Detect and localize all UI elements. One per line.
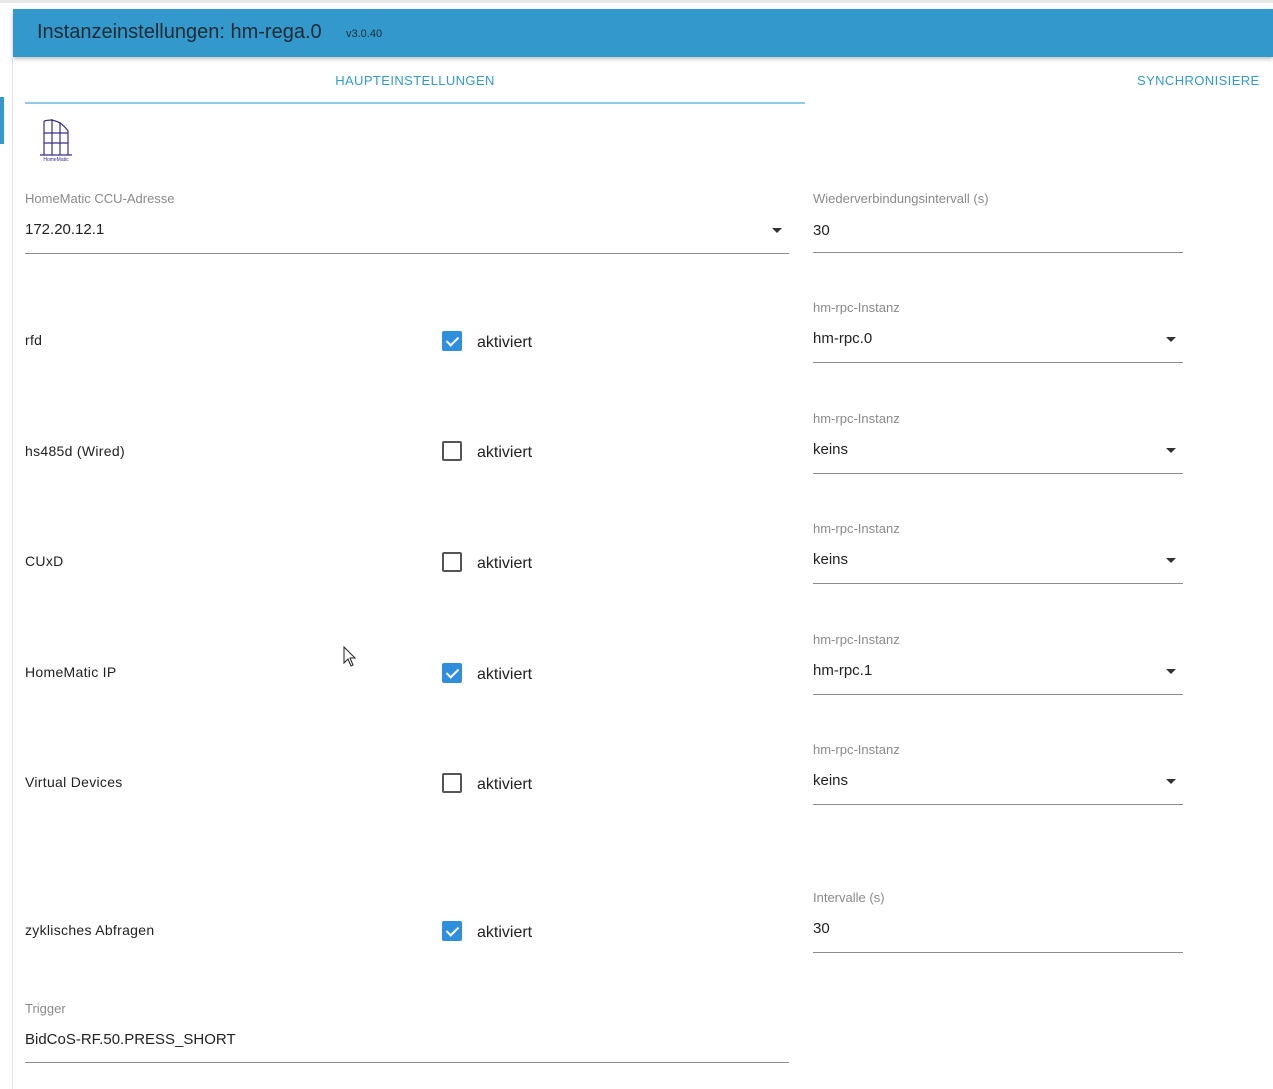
rfd-checkbox[interactable] [442,331,462,351]
hs485d-instance-select[interactable]: keins [813,441,848,458]
chevron-down-icon[interactable] [1166,337,1176,342]
cuxd-checkbox[interactable] [442,552,462,572]
virtual-devices-instance-select[interactable]: keins [813,772,848,789]
cuxd-instance-underline [813,583,1183,584]
homematic-ip-instance-underline [813,694,1183,695]
mouse-cursor-icon [343,645,357,673]
reconnect-interval-underline [813,252,1183,253]
rfd-label: rfd [25,332,43,348]
virtual-devices-instance-underline [813,804,1183,805]
polling-checkbox[interactable] [442,921,462,941]
tab-haupteinstellungen[interactable]: Haupteinstellungen [25,60,805,104]
rfd-instance-underline [813,362,1183,363]
cuxd-checkbox-label[interactable]: aktiviert [477,555,532,573]
cuxd-instance-label: hm-rpc-Instanz [813,521,900,536]
polling-interval-label: Intervalle (s) [813,890,885,905]
dialog-left-border [12,58,13,1089]
rfd-checkbox-label[interactable]: aktiviert [477,334,532,352]
ccu-address-select[interactable]: 172.20.12.1 [25,221,104,238]
reconnect-interval-label: Wiederverbindungsintervall (s) [813,191,989,206]
homematic-ip-label: HomeMatic IP [25,664,117,680]
virtual-devices-checkbox[interactable] [442,773,462,793]
reconnect-interval-input[interactable]: 30 [813,222,830,239]
chevron-down-icon[interactable] [1166,669,1176,674]
cuxd-instance-select[interactable]: keins [813,551,848,568]
ccu-address-label: HomeMatic CCU-Adresse [25,191,175,206]
trigger-input[interactable]: BidCoS-RF.50.PRESS_SHORT [25,1031,236,1048]
version-label: v3.0.40 [346,28,383,40]
tab-synchronisiere[interactable]: Synchronisiere [1137,60,1260,104]
homematic-logo-icon: HomeMatic [38,113,74,163]
window-top-edge [0,0,1273,3]
polling-interval-input[interactable]: 30 [813,920,830,937]
ccu-address-underline [25,253,789,254]
homematic-ip-checkbox[interactable] [442,663,462,683]
cuxd-label: CUxD [25,553,64,569]
dialog-title: Instanzeinstellungen: hm-rega.0 [37,21,322,43]
polling-checkbox-label[interactable]: aktiviert [477,924,532,942]
dialog-header: Instanzeinstellungen: hm-rega.0 v3.0.40 [13,9,1273,57]
sidebar-active-indicator [0,97,4,144]
chevron-down-icon[interactable] [772,228,782,233]
trigger-label: Trigger [25,1001,66,1016]
trigger-underline [25,1062,789,1063]
virtual-devices-checkbox-label[interactable]: aktiviert [477,776,532,794]
chevron-down-icon[interactable] [1166,558,1176,563]
rfd-instance-label: hm-rpc-Instanz [813,300,900,315]
svg-text:HomeMatic: HomeMatic [43,157,69,163]
hs485d-label: hs485d (Wired) [25,443,125,459]
rfd-instance-select[interactable]: hm-rpc.0 [813,330,872,347]
hs485d-checkbox-label[interactable]: aktiviert [477,444,532,462]
virtual-devices-label: Virtual Devices [25,774,123,790]
polling-interval-underline [813,952,1183,953]
hs485d-checkbox[interactable] [442,441,462,461]
hs485d-instance-underline [813,473,1183,474]
chevron-down-icon[interactable] [1166,448,1176,453]
chevron-down-icon[interactable] [1166,779,1176,784]
homematic-ip-instance-label: hm-rpc-Instanz [813,632,900,647]
virtual-devices-instance-label: hm-rpc-Instanz [813,742,900,757]
polling-label: zyklisches Abfragen [25,922,155,938]
homematic-ip-instance-select[interactable]: hm-rpc.1 [813,662,872,679]
homematic-ip-checkbox-label[interactable]: aktiviert [477,666,532,684]
hs485d-instance-label: hm-rpc-Instanz [813,411,900,426]
